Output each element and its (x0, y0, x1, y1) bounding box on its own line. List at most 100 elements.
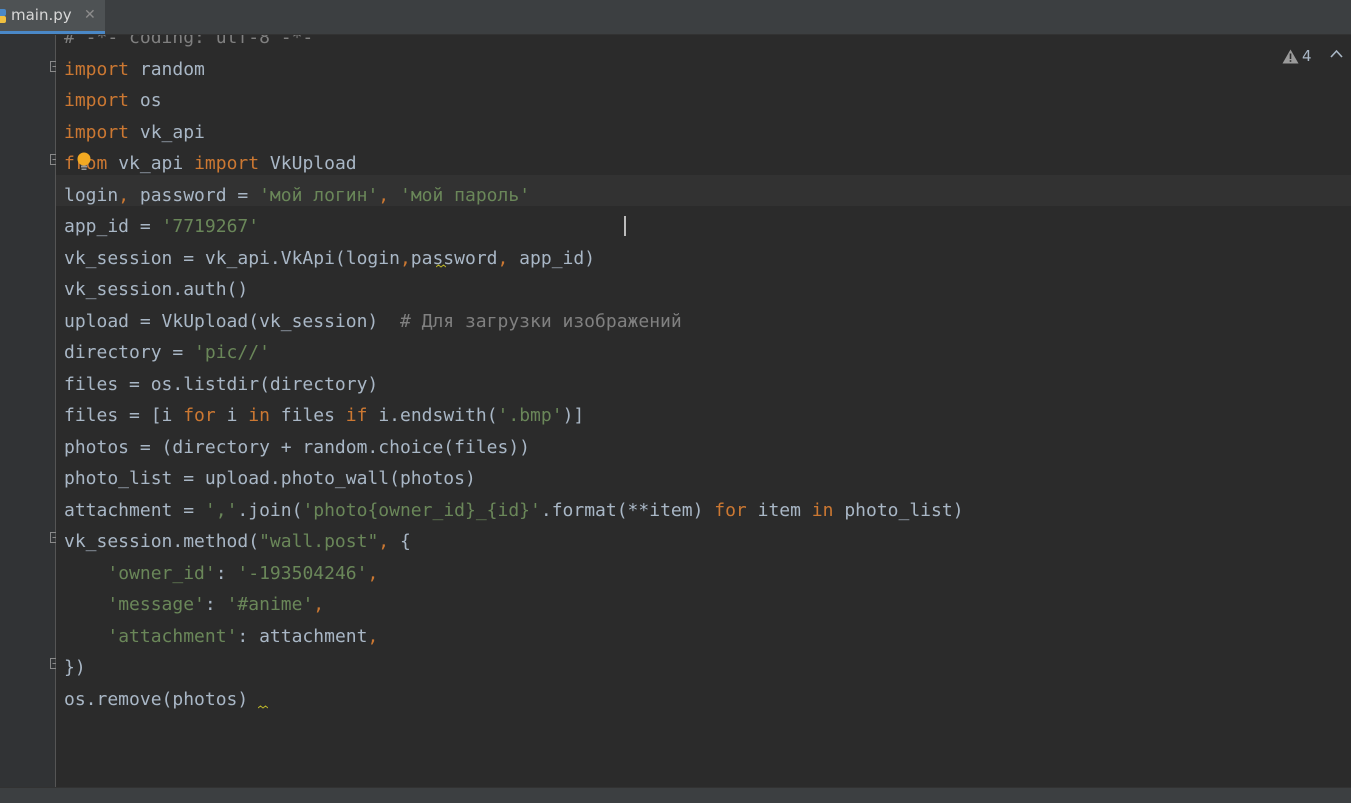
code-token: vk_session.method( (64, 531, 260, 552)
code-line[interactable]: import os (64, 85, 162, 116)
code-token: '-193504246' (237, 562, 368, 584)
warning-count: 4 (1302, 47, 1312, 65)
code-token: attachment = (64, 499, 205, 521)
code-token: , (497, 247, 509, 269)
code-line[interactable]: import vk_api (64, 117, 205, 148)
code-token: os.remove(photos) (64, 688, 249, 710)
code-token: photos = (directory + random.choice(file… (64, 436, 530, 458)
code-token: files = [i (64, 405, 184, 426)
code-token: for (183, 405, 216, 426)
python-file-icon (0, 9, 6, 23)
code-token: i.endswith( (367, 405, 498, 426)
code-token: VkUpload (259, 153, 357, 174)
code-token: 'мой пароль' (399, 184, 531, 206)
code-token: app_id) (508, 247, 596, 269)
code-token: import (64, 90, 130, 111)
code-token: }) (64, 657, 86, 678)
code-token: 'attachment' (107, 625, 238, 647)
code-line[interactable]: from vk_api import VkUpload (64, 148, 357, 179)
code-line[interactable]: 'message': '#anime', (64, 589, 324, 620)
code-line[interactable]: vk_session.method("wall.post", { (64, 526, 411, 557)
code-token: item (746, 499, 812, 521)
code-line[interactable]: 'owner_id': '-193504246', (64, 558, 378, 589)
code-token: )] (562, 405, 585, 426)
code-token: 'owner_id' (107, 562, 216, 584)
code-token: password (410, 247, 498, 269)
inspection-widget[interactable]: 4 (1282, 46, 1312, 66)
status-bar (0, 787, 1351, 803)
code-editor[interactable]: # -*- coding: utf-8 -*- import random impo… (56, 35, 1351, 787)
code-line[interactable]: attachment = ','.join('photo{owner_id}_{… (64, 495, 964, 526)
code-token: .format(**item) (540, 499, 715, 521)
code-line[interactable]: vk_session = vk_api.VkApi(login,password… (64, 243, 595, 274)
code-token: 'мой логин' (259, 184, 379, 206)
editor-tab-bar: main.py ✕ (0, 0, 1351, 35)
code-token: : (215, 562, 238, 584)
code-line[interactable]: os.remove(photos) (64, 684, 248, 715)
code-line[interactable]: files = os.listdir(directory) (64, 369, 378, 400)
editor-gutter (0, 35, 61, 787)
code-token: , (378, 531, 390, 552)
code-line[interactable]: # -*- coding: utf-8 -*- (64, 35, 313, 53)
code-token: '.bmp' (497, 405, 563, 426)
code-token: vk_session = vk_api.VkApi(login (64, 247, 400, 269)
code-token: login (64, 184, 119, 206)
code-token: # Для загрузки изображений (399, 310, 682, 332)
code-token: in (811, 499, 834, 521)
lightbulb-icon[interactable] (76, 152, 92, 172)
code-token: photo_list) (833, 499, 964, 521)
code-line[interactable]: photo_list = upload.photo_wall(photos) (64, 463, 476, 494)
code-line[interactable]: photos = (directory + random.choice(file… (64, 432, 530, 463)
code-token: "wall.post" (259, 531, 379, 552)
code-line[interactable]: 'attachment': attachment, (64, 621, 378, 652)
text-caret (624, 216, 626, 236)
code-token: , (118, 184, 130, 206)
code-token: import (194, 153, 260, 174)
code-token: 'pic//' (194, 342, 270, 363)
code-line[interactable]: upload = VkUpload(vk_session) # Для загр… (64, 306, 682, 337)
warning-triangle-icon (1282, 49, 1299, 63)
code-token: 'message' (107, 594, 205, 615)
code-line[interactable]: import random (64, 54, 205, 85)
code-line[interactable]: files = [i for i in files if i.endswith(… (64, 400, 584, 431)
code-token: , (399, 247, 411, 269)
code-token: import (64, 58, 130, 80)
tab-label: main.py (11, 6, 72, 24)
code-token: random (129, 58, 205, 80)
code-line[interactable]: directory = 'pic//' (64, 337, 270, 368)
warning-squiggle (258, 705, 268, 709)
code-line[interactable]: vk_session.auth() (64, 274, 248, 305)
code-token: : attachment (237, 625, 368, 647)
code-token: : (204, 594, 227, 615)
code-token: , (313, 594, 325, 615)
code-token: password = (129, 184, 260, 206)
code-token: upload = VkUpload(vk_session) (64, 310, 400, 332)
ide-window: main.py ✕ # -*- coding: utf-8 -*- import … (0, 0, 1351, 803)
tab-main-py[interactable]: main.py ✕ (0, 0, 105, 34)
code-token: directory = (64, 342, 195, 363)
code-token: for (714, 499, 747, 521)
code-line[interactable]: }) (64, 652, 86, 683)
code-token: in (248, 405, 270, 426)
code-token: 'photo{owner_id}_{id}' (302, 499, 541, 521)
code-token: '#anime' (226, 594, 314, 615)
code-token: '7719267' (161, 216, 260, 237)
warning-squiggle (436, 264, 446, 268)
code-token: app_id = (64, 216, 162, 237)
code-line[interactable]: login, password = 'мой логин', 'мой паро… (64, 180, 530, 211)
code-line[interactable]: app_id = '7719267' (64, 211, 259, 242)
close-icon[interactable]: ✕ (84, 6, 96, 24)
code-token: vk_session.auth() (64, 279, 249, 300)
code-token: if (345, 405, 368, 426)
code-token: # -*- coding: utf-8 -*- (64, 35, 314, 48)
chevron-up-icon[interactable] (1330, 49, 1343, 58)
code-token: files (269, 405, 346, 426)
code-token: { (389, 531, 411, 552)
code-token: ',' (204, 499, 238, 521)
code-token: .join( (237, 499, 303, 521)
code-token: vk_api (107, 153, 195, 174)
